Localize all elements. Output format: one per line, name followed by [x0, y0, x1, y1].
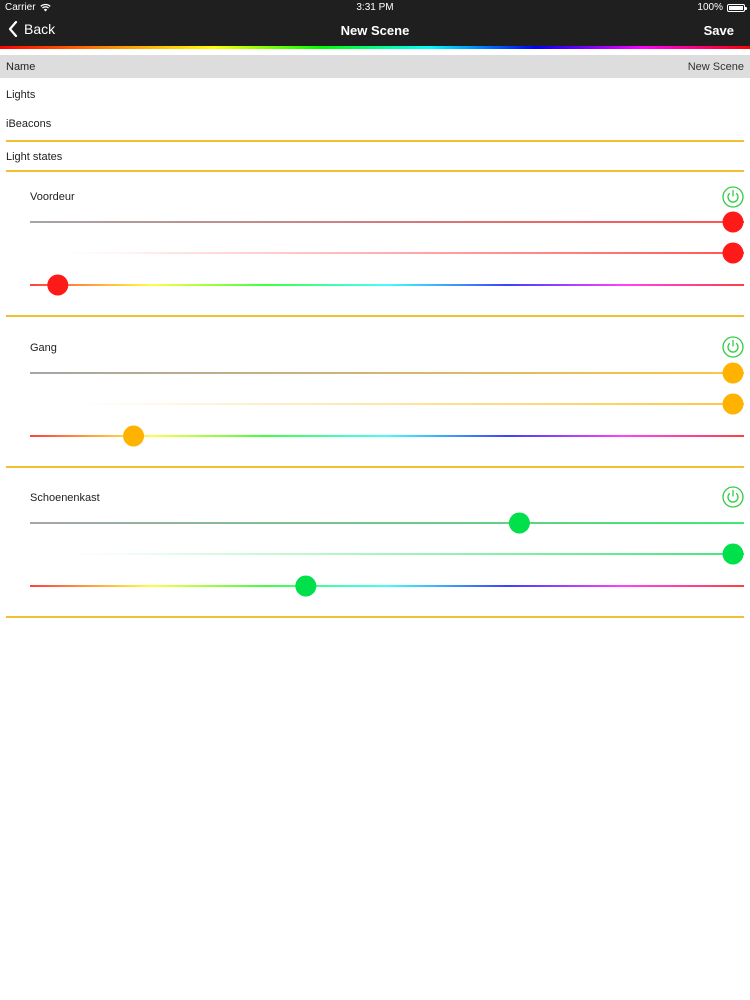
- ibeacons-row[interactable]: iBeacons: [6, 118, 51, 130]
- hue-slider-thumb[interactable]: [123, 425, 145, 447]
- separator: [6, 466, 744, 468]
- saturation-slider-thumb[interactable]: [722, 543, 744, 565]
- brightness-slider-thumb[interactable]: [508, 512, 530, 534]
- rainbow-divider: [0, 46, 750, 49]
- status-time: 3:31 PM: [356, 2, 394, 13]
- page-title: New Scene: [340, 23, 410, 38]
- separator: [6, 315, 744, 317]
- power-icon[interactable]: [722, 186, 744, 208]
- separator: [6, 616, 744, 618]
- brightness-slider-thumb[interactable]: [722, 211, 744, 233]
- lights-row[interactable]: Lights: [6, 89, 35, 101]
- light-name-voordeur: Voordeur: [30, 191, 75, 203]
- light-name-schoenenkast: Schoenenkast: [30, 492, 100, 504]
- saturation-slider-thumb[interactable]: [722, 242, 744, 264]
- light-sliders: [30, 211, 744, 597]
- power-icon[interactable]: [722, 486, 744, 508]
- separator: [6, 140, 744, 142]
- light-name-gang: Gang: [30, 342, 57, 354]
- navigation-bar: Back New Scene Save: [0, 16, 750, 46]
- separator: [6, 170, 744, 172]
- light-states-header: Light states: [6, 151, 63, 163]
- battery-icon: [727, 3, 747, 12]
- hue-slider-thumb[interactable]: [47, 274, 69, 296]
- save-button[interactable]: Save: [704, 23, 734, 38]
- name-row[interactable]: Name New Scene: [0, 55, 750, 78]
- hue-slider-thumb[interactable]: [295, 575, 317, 597]
- brightness-slider-thumb[interactable]: [722, 362, 744, 384]
- power-icon[interactable]: [722, 336, 744, 358]
- status-right: 100%: [697, 2, 747, 13]
- battery-percentage: 100%: [697, 2, 723, 13]
- name-label: Name: [6, 61, 36, 73]
- status-bar: Carrier 3:31 PM 100%: [0, 0, 750, 16]
- saturation-slider-thumb[interactable]: [722, 393, 744, 415]
- name-field[interactable]: New Scene: [688, 61, 744, 73]
